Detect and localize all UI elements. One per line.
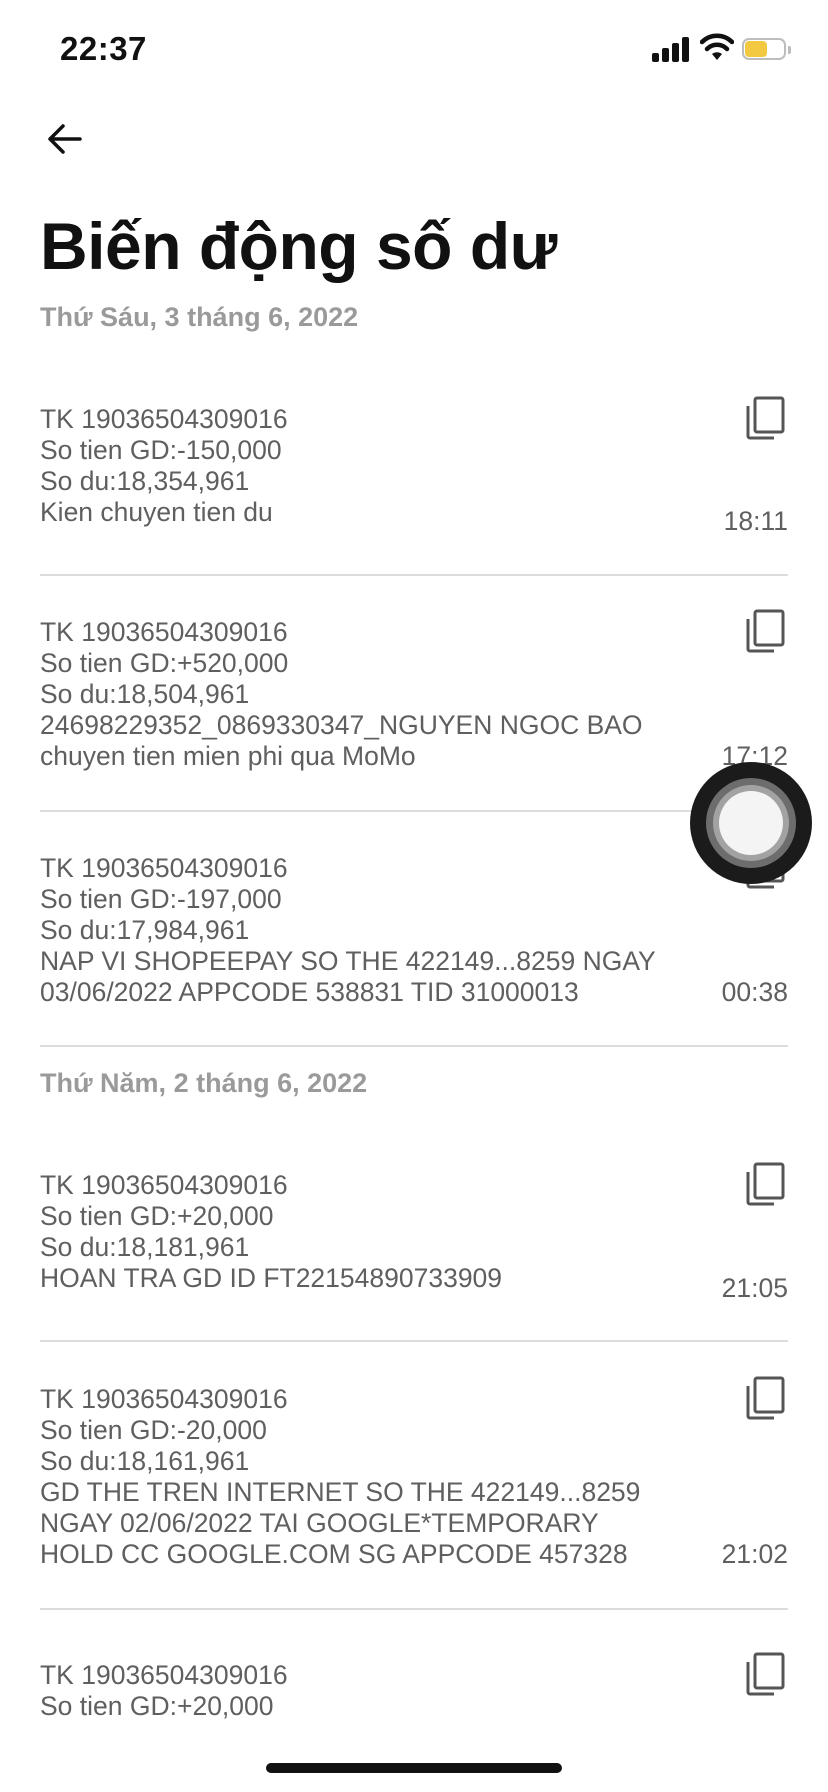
transaction-line: NGAY 02/06/2022 TAI GOOGLE*TEMPORARY <box>40 1508 599 1538</box>
copy-icon <box>746 396 785 440</box>
assistive-touch-button[interactable] <box>690 762 812 884</box>
wifi-icon <box>699 32 735 62</box>
transaction-line: So du:18,161,961 <box>40 1446 250 1476</box>
battery-icon <box>742 38 791 62</box>
copy-button[interactable] <box>744 394 788 442</box>
transaction-line: TK 19036504309016 <box>40 617 288 647</box>
copy-button[interactable] <box>744 1650 788 1698</box>
transaction-item: TK 19036504309016 So tien GD:+520,000 So… <box>40 609 788 772</box>
transaction-line: So tien GD:-197,000 <box>40 884 282 914</box>
transaction-details: TK 19036504309016 So tien GD:-197,000 So… <box>40 853 680 1008</box>
transaction-line: So du:18,181,961 <box>40 1232 250 1262</box>
transaction-line: HOAN TRA GD ID FT22154890733909 <box>40 1263 503 1293</box>
transaction-line: chuyen tien mien phi qua MoMo <box>40 741 416 771</box>
divider <box>40 574 788 576</box>
transaction-line: TK 19036504309016 <box>40 404 288 434</box>
transaction-line: Kien chuyen tien du <box>40 497 273 527</box>
transaction-time: 18:11 <box>723 506 788 536</box>
copy-button[interactable] <box>744 1374 788 1422</box>
arrow-left-icon <box>48 124 82 154</box>
cellular-signal-icon <box>652 36 692 62</box>
transaction-line: So tien GD:-150,000 <box>40 435 282 465</box>
transaction-line: So tien GD:+520,000 <box>40 648 289 678</box>
page-title: Biến động số dư <box>40 209 557 283</box>
transaction-line: TK 19036504309016 <box>40 1660 288 1690</box>
copy-button[interactable] <box>744 607 788 655</box>
status-bar: 22:37 <box>0 0 828 100</box>
copy-icon <box>746 1162 785 1206</box>
transaction-line: So tien GD:+20,000 <box>40 1691 274 1721</box>
copy-button[interactable] <box>744 1160 788 1208</box>
transaction-line: TK 19036504309016 <box>40 1170 288 1200</box>
transaction-details: TK 19036504309016 So tien GD:+520,000 So… <box>40 617 680 772</box>
transaction-item: TK 19036504309016 So tien GD:-197,000 So… <box>40 845 788 1008</box>
transaction-line: So tien GD:-20,000 <box>40 1415 267 1445</box>
assistive-touch-icon <box>706 778 796 868</box>
back-button[interactable] <box>38 112 92 166</box>
divider <box>40 1608 788 1610</box>
transaction-item: TK 19036504309016 So tien GD:-150,000 So… <box>40 396 788 536</box>
transaction-line: TK 19036504309016 <box>40 853 288 883</box>
transaction-time: 00:38 <box>721 977 788 1007</box>
copy-icon <box>746 1652 785 1696</box>
transaction-item: TK 19036504309016 So tien GD:+20,000 <box>40 1652 788 1722</box>
date-header: Thứ Sáu, 3 tháng 6, 2022 <box>40 302 359 332</box>
home-indicator[interactable] <box>266 1763 562 1773</box>
status-time: 22:37 <box>60 30 147 67</box>
date-header: Thứ Năm, 2 tháng 6, 2022 <box>40 1068 368 1098</box>
divider <box>40 810 788 812</box>
transaction-details: TK 19036504309016 So tien GD:+20,000 <box>40 1660 680 1722</box>
divider <box>40 1045 788 1047</box>
transaction-line: So du:18,504,961 <box>40 679 250 709</box>
transaction-details: TK 19036504309016 So tien GD:-20,000 So … <box>40 1384 680 1570</box>
transaction-line: TK 19036504309016 <box>40 1384 288 1414</box>
transaction-details: TK 19036504309016 So tien GD:-150,000 So… <box>40 404 680 528</box>
transaction-line: So du:17,984,961 <box>40 915 250 945</box>
transaction-details: TK 19036504309016 So tien GD:+20,000 So … <box>40 1170 680 1294</box>
transaction-line: NAP VI SHOPEEPAY SO THE 422149...8259 NG… <box>40 946 656 976</box>
copy-icon <box>746 609 785 653</box>
divider <box>40 1340 788 1342</box>
transaction-item: TK 19036504309016 So tien GD:+20,000 So … <box>40 1162 788 1303</box>
transaction-time: 21:02 <box>721 1539 788 1569</box>
transaction-line: So tien GD:+20,000 <box>40 1201 274 1231</box>
transaction-line: GD THE TREN INTERNET SO THE 422149...825… <box>40 1477 641 1507</box>
transaction-line: 03/06/2022 APPCODE 538831 TID 31000013 <box>40 977 579 1007</box>
transaction-item: TK 19036504309016 So tien GD:-20,000 So … <box>40 1376 788 1570</box>
transaction-line: So du:18,354,961 <box>40 466 250 496</box>
transaction-line: HOLD CC GOOGLE.COM SG APPCODE 457328 <box>40 1539 628 1569</box>
transaction-line: 24698229352_0869330347_NGUYEN NGOC BAO <box>40 710 643 740</box>
transaction-time: 21:05 <box>721 1273 788 1303</box>
copy-icon <box>746 1376 785 1420</box>
